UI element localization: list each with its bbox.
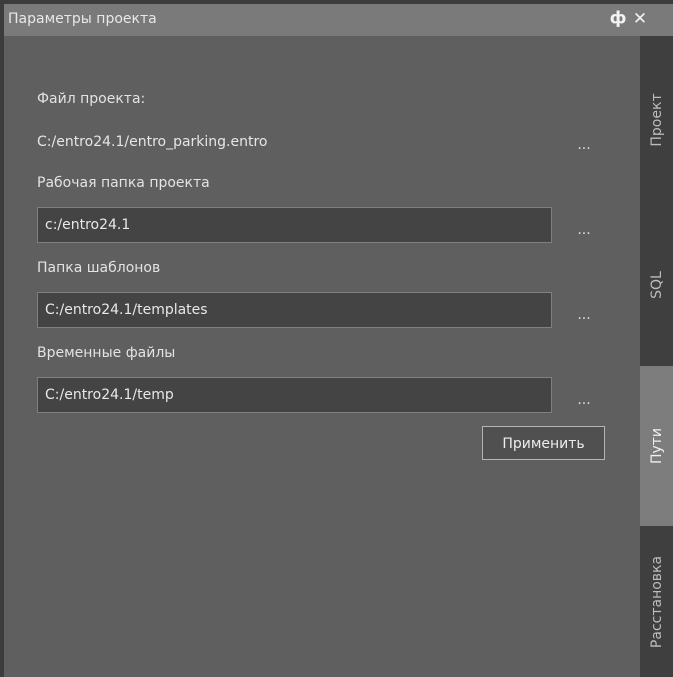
temp-files-label: Временные файлы <box>37 345 176 361</box>
temp-files-input[interactable]: C:/entro24.1/temp <box>37 377 552 413</box>
workdir-label: Рабочая папка проекта <box>37 175 210 191</box>
templates-browse-button[interactable]: ... <box>570 303 598 327</box>
panel-titlebar: Параметры проекта ф ✕ <box>4 4 673 36</box>
paths-settings-content: Файл проекта: C:/entro24.1/entro_parking… <box>4 36 636 677</box>
panel-title: Параметры проекта <box>8 11 157 27</box>
tab-paths-label: Пути <box>648 427 665 465</box>
vertical-tab-bar: Проект SQL Пути Расстановка <box>640 36 673 677</box>
project-file-browse-button[interactable]: ... <box>570 133 598 157</box>
project-settings-panel: Параметры проекта ф ✕ Файл проекта: C:/e… <box>4 4 673 677</box>
tab-paths[interactable]: Пути <box>640 366 673 526</box>
tab-project[interactable]: Проект <box>640 36 673 204</box>
pin-icon: ф <box>609 9 627 29</box>
close-button[interactable]: ✕ <box>630 7 650 31</box>
temp-files-browse-button[interactable]: ... <box>570 388 598 412</box>
templates-label: Папка шаблонов <box>37 260 161 276</box>
tab-sql-label: SQL <box>648 271 665 299</box>
workdir-browse-button[interactable]: ... <box>570 218 598 242</box>
workdir-input[interactable]: c:/entro24.1 <box>37 207 552 243</box>
tab-layout[interactable]: Расстановка <box>640 526 673 677</box>
pin-button[interactable]: ф <box>608 7 628 31</box>
project-file-label: Файл проекта: <box>37 91 146 107</box>
tab-layout-label: Расстановка <box>648 555 665 648</box>
project-file-path: C:/entro24.1/entro_parking.entro <box>37 134 268 150</box>
templates-input[interactable]: C:/entro24.1/templates <box>37 292 552 328</box>
apply-button[interactable]: Применить <box>482 426 605 460</box>
close-icon: ✕ <box>632 9 648 29</box>
tab-sql[interactable]: SQL <box>640 204 673 366</box>
tab-project-label: Проект <box>648 93 665 147</box>
